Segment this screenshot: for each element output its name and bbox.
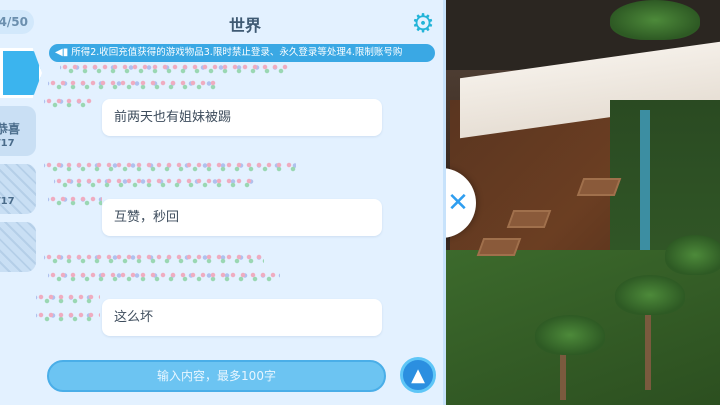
- restaurant-table: [476, 238, 522, 256]
- palm-tree: [615, 275, 685, 315]
- obscured-sender-info: [44, 160, 296, 172]
- palm-tree: [610, 0, 700, 40]
- tab-channel-congrats[interactable]: 恭喜 /17: [0, 106, 36, 156]
- restaurant-pillar: [640, 110, 650, 250]
- chat-message-bubble: 前两天也有姐妹被踢: [102, 99, 382, 136]
- obscured-avatar: [36, 292, 100, 304]
- obscured-avatar: [44, 96, 94, 108]
- chat-message-bubble: 互赞，秒回: [102, 199, 382, 236]
- chat-input[interactable]: 输入内容，最多100字: [47, 360, 386, 392]
- tab-channel-active[interactable]: [0, 48, 42, 98]
- gear-icon[interactable]: ⚙: [409, 10, 437, 38]
- chat-message-bubble: 这么坏: [102, 299, 382, 336]
- send-button[interactable]: ▲: [400, 357, 436, 393]
- palm-tree: [535, 315, 605, 355]
- close-icon: ✕: [447, 188, 469, 218]
- obscured-avatar: [48, 194, 102, 206]
- game-scene-background: [440, 0, 720, 405]
- tab-channel[interactable]: /17: [0, 164, 36, 214]
- send-arrow-icon: ▲: [411, 364, 425, 386]
- palm-tree: [665, 235, 720, 275]
- restaurant-table: [576, 178, 622, 196]
- obscured-sender-info: [48, 270, 280, 282]
- system-notice-marquee: ◀▮ 所得2.收回充值获得的游戏物品3.限时禁止登录、永久登录等处理4.限制账号购: [49, 44, 435, 62]
- tab-channel[interactable]: [0, 222, 36, 272]
- channel-tab-column: 恭喜 /17 /17: [0, 46, 44, 286]
- notice-text: 所得2.收回充值获得的游戏物品3.限时禁止登录、永久登录等处理4.限制账号购: [71, 47, 403, 58]
- chat-panel: 4/50 世界 ⚙ ◀▮ 所得2.收回充值获得的游戏物品3.限时禁止登录、永久登录…: [0, 0, 446, 405]
- tab-label: 恭喜: [0, 122, 21, 136]
- obscured-sender-info: [48, 78, 218, 90]
- tab-count: /17: [0, 196, 15, 207]
- speaker-icon: ◀▮: [55, 47, 69, 58]
- obscured-sender-info: [54, 176, 254, 188]
- channel-title: 世界: [228, 16, 261, 35]
- restaurant-table: [506, 210, 552, 228]
- tab-count: /17: [0, 138, 15, 149]
- obscured-sender-info: [60, 62, 290, 74]
- obscured-sender-info: [44, 252, 264, 264]
- message-counter: 4/50: [0, 10, 34, 34]
- obscured-avatar: [36, 310, 100, 322]
